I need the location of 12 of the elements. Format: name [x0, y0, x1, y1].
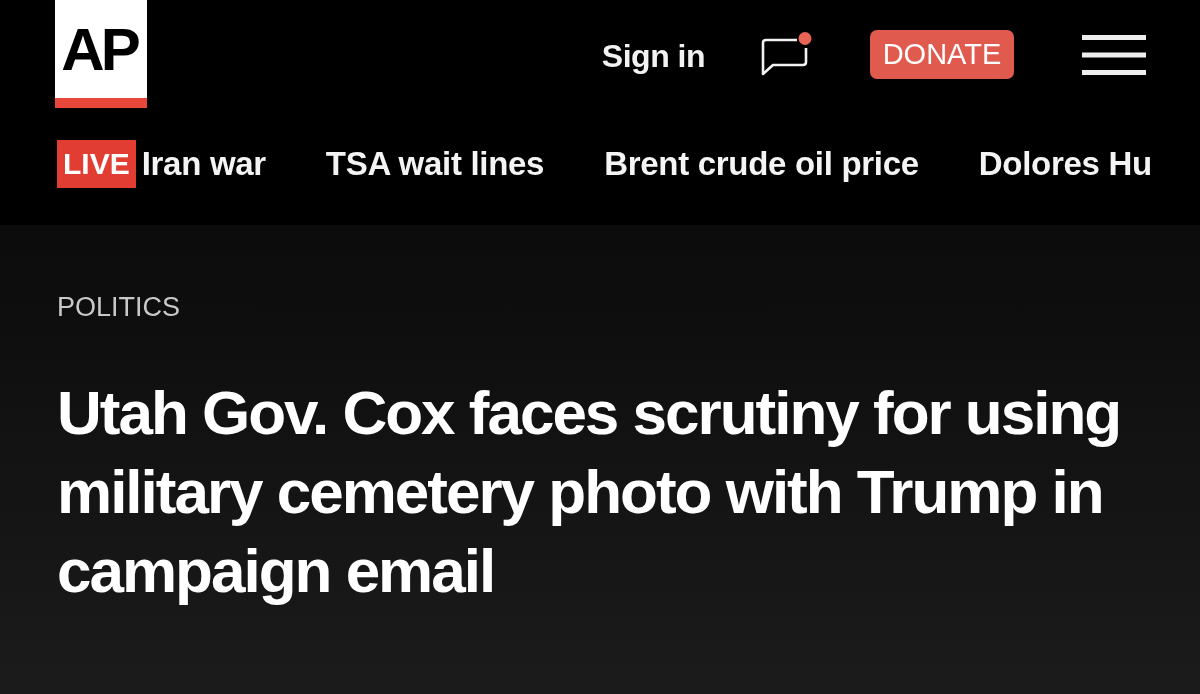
- logo[interactable]: AP: [55, 0, 147, 108]
- article-headline: Utah Gov. Cox faces scrutiny for using military cemetery photo with Trump in campaign email: [57, 377, 1122, 607]
- menu-icon[interactable]: [1082, 35, 1146, 75]
- section-label[interactable]: POLITICS: [57, 291, 181, 323]
- sign-in-link[interactable]: Sign in: [601, 37, 705, 75]
- live-badge: LIVE: [57, 140, 136, 188]
- trending-link[interactable]: Brent crude oil price: [604, 145, 919, 183]
- trending-link[interactable]: Dolores Hu: [978, 145, 1152, 183]
- speech-bubble-icon[interactable]: [761, 38, 808, 76]
- donate-button[interactable]: DONATE: [870, 29, 1014, 79]
- trending-link[interactable]: TSA wait lines: [325, 145, 545, 183]
- trending-link[interactable]: Iran war: [141, 145, 266, 183]
